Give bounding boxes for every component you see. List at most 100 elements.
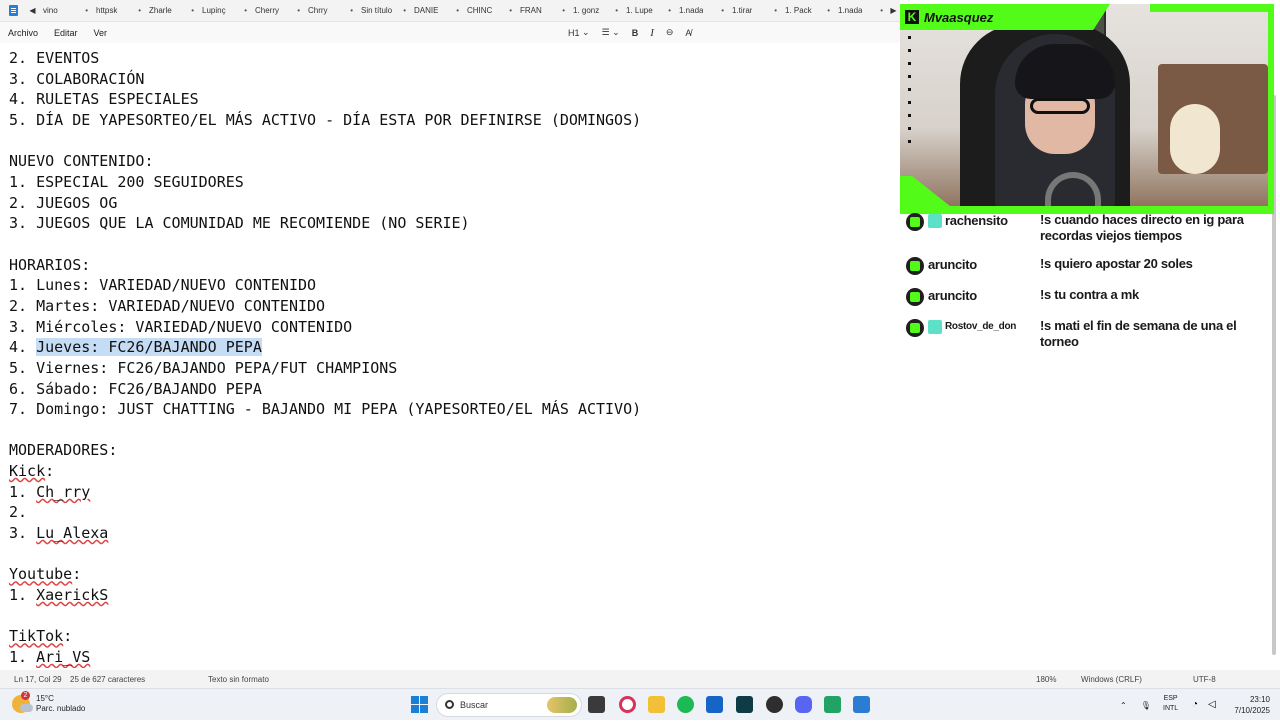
document-line[interactable]: 1. Ari_VS: [9, 647, 641, 668]
document-line[interactable]: 4. RULETAS ESPECIALES: [9, 89, 641, 110]
weather-widget[interactable]: 2 15°C Parc. nublado: [12, 691, 85, 714]
tab-7[interactable]: DANIE •: [410, 0, 463, 22]
clear-format-icon[interactable]: A̸: [679, 28, 697, 38]
tab-status-icon[interactable]: •: [297, 6, 300, 15]
tab-scroll-left-icon[interactable]: ◀: [26, 6, 39, 15]
spellcheck-word[interactable]: Lu_Alexa: [36, 524, 108, 542]
line-ending[interactable]: Windows (CRLF): [1081, 675, 1142, 684]
document-line[interactable]: 1. Lunes: VARIEDAD/NUEVO CONTENIDO: [9, 275, 641, 296]
tab-status-icon[interactable]: •: [191, 6, 194, 15]
document-line[interactable]: MODERADORES:: [9, 440, 641, 461]
microphone-icon[interactable]: 🎙: [1141, 701, 1151, 710]
tab-14[interactable]: 1. Pack •: [781, 0, 834, 22]
tab-3[interactable]: Lupinç •: [198, 0, 251, 22]
document-line[interactable]: Kick:: [9, 461, 641, 482]
clock[interactable]: 23:10 7/10/2025: [1228, 694, 1270, 716]
encoding[interactable]: UTF-8: [1193, 675, 1216, 684]
tab-status-icon[interactable]: •: [668, 6, 671, 15]
input-language[interactable]: ESP INTL: [1163, 694, 1178, 714]
spellcheck-word[interactable]: Kick: [9, 462, 45, 480]
tab-status-icon[interactable]: •: [403, 6, 406, 15]
tab-8[interactable]: CHINC •: [463, 0, 516, 22]
document-line[interactable]: 3. COLABORACIÓN: [9, 69, 641, 90]
bold-button[interactable]: B: [626, 28, 645, 38]
document-line[interactable]: 1. XaerickS: [9, 585, 641, 606]
document-text[interactable]: 2. EVENTOS 3. COLABORACIÓN 4. RULETAS ESPE…: [9, 48, 641, 668]
document-line[interactable]: 2. JUEGOS OG: [9, 193, 641, 214]
heading-dropdown[interactable]: H1 ⌄: [562, 27, 596, 38]
spellcheck-word[interactable]: Youtube: [9, 565, 72, 583]
document-line[interactable]: 3. JUEGOS QUE LA COMUNIDAD ME RECOMIENDE…: [9, 213, 641, 234]
document-line[interactable]: HORARIOS:: [9, 255, 641, 276]
document-line[interactable]: 2. Martes: VARIEDAD/NUEVO CONTENIDO: [9, 296, 641, 317]
document-line[interactable]: TikTok:: [9, 626, 641, 647]
tab-status-icon[interactable]: •: [244, 6, 247, 15]
tab-0[interactable]: vino •: [39, 0, 92, 22]
tab-status-icon[interactable]: •: [138, 6, 141, 15]
tab-status-icon[interactable]: •: [615, 6, 618, 15]
document-line[interactable]: [9, 420, 641, 441]
tab-status-icon[interactable]: •: [774, 6, 777, 15]
document-line[interactable]: 2.: [9, 502, 641, 523]
document-line[interactable]: [9, 606, 641, 627]
spotify-icon[interactable]: [677, 696, 694, 713]
tab-13[interactable]: 1.tirar •: [728, 0, 781, 22]
volume-icon[interactable]: ◁: [1208, 699, 1216, 710]
spellcheck-word[interactable]: Ch_rry: [36, 483, 90, 501]
tab-status-icon[interactable]: •: [827, 6, 830, 15]
tray-chevron-icon[interactable]: ⌃: [1120, 701, 1127, 710]
tab-scroll-right-icon[interactable]: ▶: [887, 6, 900, 15]
tab-2[interactable]: Zharle •: [145, 0, 198, 22]
tab-5[interactable]: Chrry •: [304, 0, 357, 22]
tab-status-icon[interactable]: •: [456, 6, 459, 15]
menu-file[interactable]: Archivo: [0, 28, 46, 38]
document-line[interactable]: 3. Lu_Alexa: [9, 523, 641, 544]
tab-status-icon[interactable]: •: [350, 6, 353, 15]
document-line[interactable]: 5. DÍA DE YAPESORTEO/EL MÁS ACTIVO - DÍA…: [9, 110, 641, 131]
document-line[interactable]: 3. Miércoles: VARIEDAD/NUEVO CONTENIDO: [9, 317, 641, 338]
document-line[interactable]: 1. Ch_rry: [9, 482, 641, 503]
tab-12[interactable]: 1.nada •: [675, 0, 728, 22]
tab-15[interactable]: 1.nada •: [834, 0, 887, 22]
spellcheck-word[interactable]: Ari_VS: [36, 648, 90, 666]
link-icon[interactable]: ⊖: [660, 27, 680, 38]
document-line[interactable]: 7. Domingo: JUST CHATTING - BAJANDO MI P…: [9, 399, 641, 420]
list-dropdown-icon[interactable]: ☰ ⌄: [596, 27, 626, 38]
search-box[interactable]: Buscar: [436, 693, 582, 717]
tab-9[interactable]: FRAN •: [516, 0, 569, 22]
start-icon[interactable]: [411, 696, 428, 713]
tab-4[interactable]: Cherry •: [251, 0, 304, 22]
tab-status-icon[interactable]: •: [85, 6, 88, 15]
menu-view[interactable]: Ver: [86, 28, 116, 38]
menu-edit[interactable]: Editar: [46, 28, 86, 38]
italic-button[interactable]: I: [644, 27, 660, 39]
opera-icon[interactable]: [619, 696, 636, 713]
tab-10[interactable]: 1. gonz •: [569, 0, 622, 22]
tab-status-icon[interactable]: •: [562, 6, 565, 15]
excel-icon[interactable]: [824, 696, 841, 713]
file-explorer-icon[interactable]: [648, 696, 665, 713]
tab-status-icon[interactable]: •: [509, 6, 512, 15]
document-line[interactable]: 4. Jueves: FC26/BAJANDO PEPA: [9, 337, 641, 358]
document-line[interactable]: 2. EVENTOS: [9, 48, 641, 69]
store-icon[interactable]: [706, 696, 723, 713]
document-line[interactable]: [9, 234, 641, 255]
tab-6[interactable]: Sin título •: [357, 0, 410, 22]
network-icon[interactable]: ◔: [1192, 699, 1198, 710]
spellcheck-word[interactable]: TikTok: [9, 627, 63, 645]
text-editor[interactable]: 2. EVENTOS 3. COLABORACIÓN 4. RULETAS ESPE…: [0, 43, 900, 668]
discord-icon[interactable]: [795, 696, 812, 713]
app-icon[interactable]: [736, 696, 753, 713]
tab-status-icon[interactable]: •: [880, 6, 883, 15]
obs-icon[interactable]: [766, 696, 783, 713]
notepad-taskbar-icon[interactable]: [853, 696, 870, 713]
document-line[interactable]: NUEVO CONTENIDO:: [9, 151, 641, 172]
task-view-icon[interactable]: [588, 696, 605, 713]
zoom-level[interactable]: 180%: [1036, 675, 1056, 684]
document-line[interactable]: [9, 131, 641, 152]
tab-11[interactable]: 1. Lupe •: [622, 0, 675, 22]
document-line[interactable]: Youtube:: [9, 564, 641, 585]
spellcheck-word[interactable]: XaerickS: [36, 586, 108, 604]
document-line[interactable]: 1. ESPECIAL 200 SEGUIDORES: [9, 172, 641, 193]
format-mode[interactable]: Texto sin formato: [208, 675, 269, 684]
